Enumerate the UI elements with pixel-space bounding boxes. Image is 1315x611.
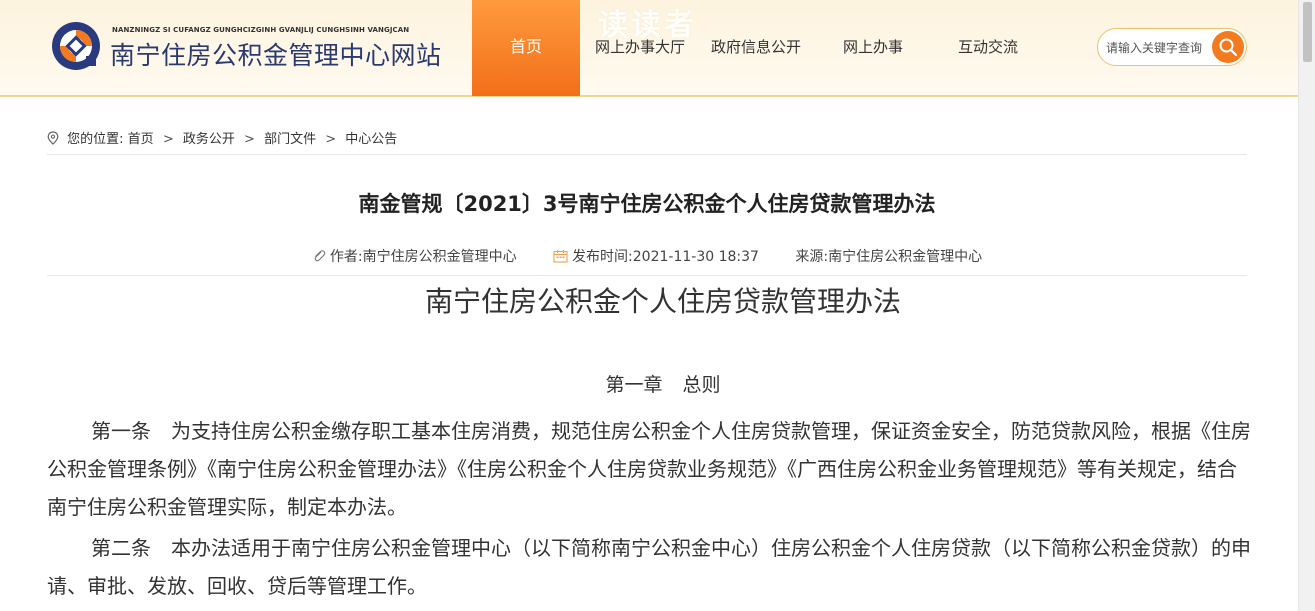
breadcrumb-prefix: 您的位置: [67, 132, 124, 147]
chapter-heading: 第一章 总则 [605, 374, 721, 396]
breadcrumb: 您的位置: 首页 > 政务公开 > 部门文件 > 中心公告 [47, 128, 1247, 155]
article-paragraph: 第一条 为支持住房公积金缴存职工基本住房消费，规范住房公积金个人住房贷款管理，保证… [47, 412, 1252, 526]
meta-time: 发布时间:2021-11-30 18:37 [553, 246, 759, 266]
article-paragraph: 第二条 本办法适用于南宁住房公积金管理中心（以下简称南宁公积金中心）住房公积金个人… [47, 529, 1252, 605]
site-subtitle: NANZNINGZ SI CUFANGZ GUNGHCIZGINH GVANJL… [112, 26, 410, 34]
nav-home[interactable]: 首页 [472, 0, 580, 96]
meta-source: 来源:南宁住房公积金管理中心 [795, 246, 982, 266]
breadcrumb-gov-affairs[interactable]: 政务公开 [183, 132, 235, 147]
nav-interaction[interactable]: 互动交流 [958, 36, 1018, 57]
nav-gov-info-public[interactable]: 政府信息公开 [711, 36, 801, 57]
article-meta: 作者:南宁住房公积金管理中心 发布时间:2021-11-30 18:37 来源:… [47, 246, 1247, 276]
search-box [1097, 28, 1247, 66]
article-title: 南金管规〔2021〕3号南宁住房公积金个人住房贷款管理办法 [358, 192, 936, 216]
breadcrumb-separator: > [244, 132, 255, 147]
breadcrumb-home[interactable]: 首页 [128, 132, 154, 147]
document-heading: 南宁住房公积金个人住房贷款管理办法 [424, 285, 901, 318]
calendar-icon [553, 250, 568, 263]
breadcrumb-separator: > [162, 132, 174, 147]
location-pin-icon [47, 131, 59, 145]
breadcrumb-dept-files[interactable]: 部门文件 [264, 132, 316, 147]
article-number: 第二条 [91, 536, 151, 560]
meta-author-value: 南宁住房公积金管理中心 [362, 249, 517, 265]
meta-time-label: 发布时间: [572, 249, 633, 265]
search-input[interactable] [1106, 38, 1210, 58]
nav-online-service[interactable]: 网上办事 [843, 36, 903, 57]
meta-author: 作者:南宁住房公积金管理中心 [312, 246, 517, 266]
site-header: NANZNINGZ SI CUFANGZ GUNGHCIZGINH GVANJL… [0, 0, 1298, 97]
nav-online-service-hall[interactable]: 网上办事大厅 [595, 36, 685, 57]
meta-source-value: 南宁住房公积金管理中心 [828, 249, 983, 265]
meta-source-label: 来源: [795, 249, 829, 265]
search-button[interactable] [1212, 31, 1244, 63]
page-scrollbar[interactable] [1298, 0, 1315, 611]
meta-author-label: 作者: [329, 249, 363, 265]
article-number: 第一条 [91, 419, 151, 443]
paperclip-icon [314, 250, 326, 262]
meta-time-value: 2021-11-30 18:37 [632, 249, 759, 265]
article-text: 本办法适用于南宁住房公积金管理中心（以下简称南宁公积金中心）住房公积金个人住房贷… [47, 536, 1251, 598]
article-text: 为支持住房公积金缴存职工基本住房消费，规范住房公积金个人住房贷款管理，保证资金安… [47, 419, 1251, 519]
scrollbar-thumb[interactable] [1303, 2, 1312, 62]
breadcrumb-separator: > [325, 132, 337, 147]
breadcrumb-center-notice[interactable]: 中心公告 [345, 132, 397, 147]
search-icon [1219, 38, 1238, 57]
site-logo-icon[interactable] [50, 20, 102, 72]
site-title[interactable]: 南宁住房公积金管理中心网站 [110, 36, 442, 72]
